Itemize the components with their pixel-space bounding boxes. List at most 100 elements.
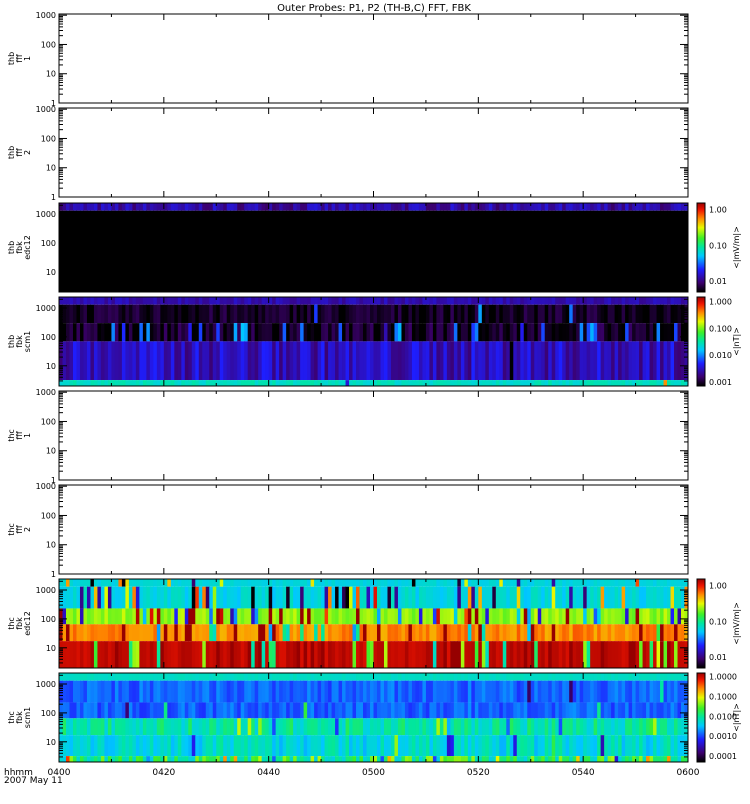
spectrogram-cell xyxy=(69,579,74,587)
spectrogram-cell xyxy=(415,624,420,642)
spectrogram-cell xyxy=(272,341,277,381)
spectrogram-cell xyxy=(174,680,179,703)
spectrogram-cell xyxy=(93,341,98,381)
spectrogram-cell xyxy=(390,680,395,703)
spectrogram-cell xyxy=(345,586,350,609)
spectrogram-cell xyxy=(527,608,532,625)
spectrogram-cell xyxy=(111,680,116,703)
spectrogram-cell xyxy=(163,608,168,625)
spectrogram-cell xyxy=(667,586,672,609)
spectrogram-cell xyxy=(223,756,228,762)
figure-title: Outer Probes: P1, P2 (TH-B,C) FFT, FBK xyxy=(277,3,471,14)
spectrogram-cell xyxy=(569,323,574,342)
spectrogram-cell xyxy=(534,586,539,609)
spectrogram-cell xyxy=(226,735,231,757)
spectrogram-cell xyxy=(432,579,437,587)
spectrogram-cell xyxy=(310,210,315,292)
spectrogram-cell xyxy=(418,586,423,609)
spectrogram-cell xyxy=(446,673,451,681)
spectrogram-cell xyxy=(321,297,326,305)
spectrogram-cell xyxy=(230,323,235,342)
spectrogram-cell xyxy=(272,579,277,587)
spectrogram-cell xyxy=(349,341,354,381)
spectrogram-cell xyxy=(380,341,385,381)
spectrogram-cell xyxy=(69,297,74,305)
spectrogram-cell xyxy=(446,304,451,324)
spectrogram-cell xyxy=(149,297,154,305)
spectrogram-cell xyxy=(639,210,644,292)
spectrogram-cell xyxy=(530,297,535,305)
spectrogram-cell xyxy=(600,304,605,324)
spectrogram-cell xyxy=(125,624,130,642)
spectrogram-cell xyxy=(359,735,364,757)
spectrogram-cell xyxy=(359,680,364,703)
spectrogram-cell xyxy=(237,735,242,757)
spectrogram-cell xyxy=(411,380,416,386)
spectrogram-cell xyxy=(453,304,458,324)
spectrogram-cell xyxy=(418,297,423,305)
spectrogram-cell xyxy=(611,702,616,719)
spectrogram-cell xyxy=(128,673,133,681)
spectrogram-cell xyxy=(551,203,556,211)
spectrogram-cell xyxy=(188,735,193,757)
spectrogram-cell xyxy=(153,203,158,211)
spectrogram-cell xyxy=(184,673,189,681)
spectrogram-cell xyxy=(366,579,371,587)
spectrogram-cell xyxy=(429,608,434,625)
spectrogram-cell xyxy=(485,579,490,587)
spectrogram-cell xyxy=(415,680,420,703)
spectrogram-cell xyxy=(335,680,340,703)
spectrogram-cell xyxy=(439,323,444,342)
spectrogram-cell xyxy=(642,579,647,587)
spectrogram-cell xyxy=(443,323,448,342)
spectrogram-cell xyxy=(191,579,196,587)
spectrogram-cell xyxy=(328,304,333,324)
spectrogram-cell xyxy=(135,380,140,386)
spectrogram-cell xyxy=(516,210,521,292)
spectrogram-cell xyxy=(352,304,357,324)
spectrogram-cell xyxy=(135,608,140,625)
spectrogram-cell xyxy=(335,673,340,681)
spectrogram-cell xyxy=(345,304,350,324)
spectrogram-cell xyxy=(282,608,287,625)
spectrogram-cell xyxy=(499,210,504,292)
spectrogram-cell xyxy=(642,323,647,342)
spectrogram-cell xyxy=(562,380,567,386)
spectrogram-cell xyxy=(635,608,640,625)
spectrogram-cell xyxy=(607,680,612,703)
spectrogram-cell xyxy=(83,641,88,668)
spectrogram-cell xyxy=(188,673,193,681)
spectrogram-cell xyxy=(467,702,472,719)
spectrogram-cell xyxy=(328,673,333,681)
spectrogram-cell xyxy=(544,586,549,609)
spectrogram-cell xyxy=(324,702,329,719)
spectrogram-cell xyxy=(604,297,609,305)
spectrogram-cell xyxy=(436,203,441,211)
spectrogram-cell xyxy=(149,641,154,668)
spectrogram-cell xyxy=(425,579,430,587)
spectrogram-cell xyxy=(76,323,81,342)
spectrogram-cell xyxy=(279,341,284,381)
spectrogram-cell xyxy=(90,210,95,292)
spectrogram-cell xyxy=(509,641,514,668)
spectrogram-cell xyxy=(534,341,539,381)
spectrogram-cell xyxy=(135,586,140,609)
spectrogram-cell xyxy=(621,380,626,386)
spectrogram-cell xyxy=(170,579,175,587)
spectrogram-cell xyxy=(342,380,347,386)
spectrogram-cell xyxy=(439,341,444,381)
spectrogram-cell xyxy=(555,624,560,642)
spectrogram-cell xyxy=(289,380,294,386)
spectrogram-cell xyxy=(432,718,437,736)
spectrogram-cell xyxy=(642,641,647,668)
spectrogram-cell xyxy=(198,608,203,625)
spectrogram-cell xyxy=(352,641,357,668)
spectrogram-cell xyxy=(562,323,567,342)
spectrogram-cell xyxy=(373,756,378,762)
spectrogram-cell xyxy=(376,673,381,681)
spectrogram-cell xyxy=(275,608,280,625)
spectrogram-cell xyxy=(317,680,322,703)
spectrogram-cell xyxy=(317,735,322,757)
spectrogram-cell xyxy=(100,341,105,381)
spectrogram-cell xyxy=(104,702,109,719)
